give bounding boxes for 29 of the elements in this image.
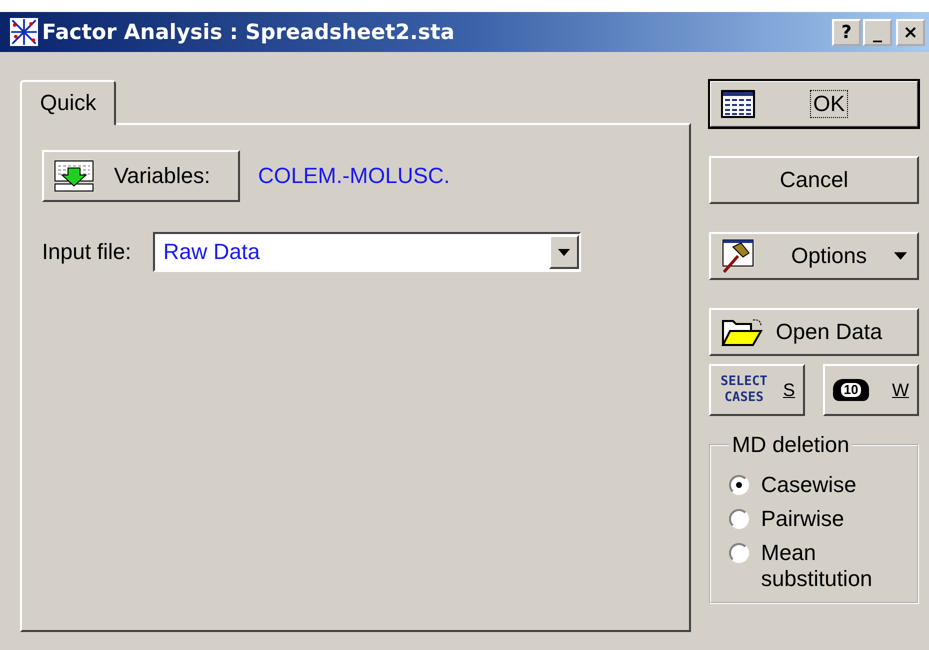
title-bar-button[interactable]: × — [896, 18, 925, 46]
input-file-dropdown[interactable]: Raw Data — [153, 232, 582, 272]
input-file-label: Input file: — [42, 239, 132, 265]
radio-option[interactable]: Pairwise — [729, 506, 907, 532]
window-title: Factor Analysis : Spreadsheet2.sta — [42, 20, 455, 44]
download-icon — [54, 160, 94, 192]
hammer-icon — [721, 239, 755, 273]
title-bar-button[interactable]: _ — [863, 18, 892, 46]
radio-option[interactable]: Casewise — [729, 472, 907, 498]
variables-button[interactable]: Variables: — [42, 150, 240, 202]
cancel-button[interactable]: Cancel — [709, 156, 919, 204]
radio-option[interactable]: Mean substitution — [729, 540, 907, 592]
tab[interactable]: Quick — [20, 80, 116, 125]
caret-icon — [558, 248, 570, 256]
title-bar-button[interactable]: ? — [832, 18, 861, 46]
group-title: MD deletion — [731, 432, 850, 458]
radio-button[interactable] — [729, 509, 749, 529]
table-icon — [721, 90, 755, 118]
radio-button[interactable] — [729, 543, 749, 563]
open-data-button[interactable]: Open Data — [709, 308, 919, 356]
folder-icon — [721, 317, 765, 347]
radio-button[interactable] — [729, 475, 749, 495]
app-icon — [10, 18, 38, 46]
ok-button[interactable]: OK — [709, 80, 919, 128]
options-button[interactable]: Options — [709, 232, 919, 280]
weight-button[interactable]: 10 W — [823, 364, 919, 416]
select-cases-button[interactable]: SELECT CASES S — [709, 364, 805, 416]
variables-value: COLEM.-MOLUSC. — [258, 163, 450, 189]
caret-icon — [894, 252, 907, 260]
